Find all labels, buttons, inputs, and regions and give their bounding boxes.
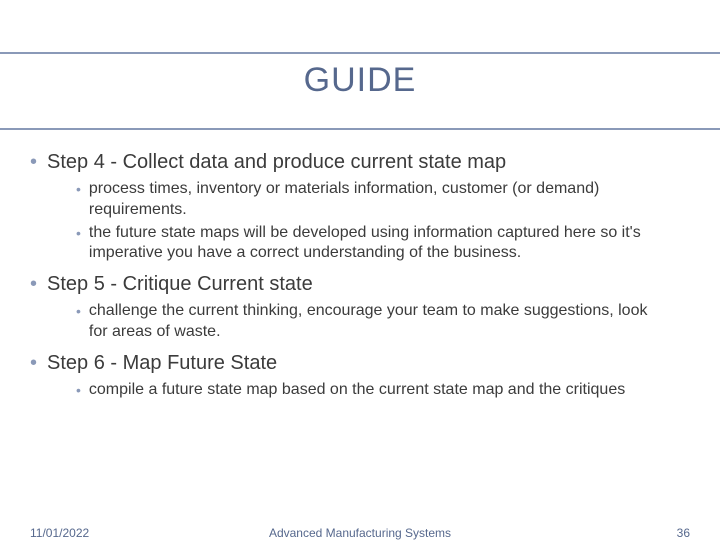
step-heading: Step 6 - Map Future State (47, 351, 277, 376)
sub-list: • challenge the current thinking, encour… (30, 301, 690, 343)
slide-title: GUIDE (304, 61, 417, 128)
list-item: • Step 6 - Map Future State • compile a … (30, 351, 690, 401)
list-item: • Step 5 - Critique Current state • chal… (30, 272, 690, 343)
bullet-icon: • (76, 179, 81, 200)
list-item: • the future state maps will be develope… (76, 223, 690, 265)
bullet-icon: • (76, 223, 81, 244)
bullet-icon: • (76, 380, 81, 401)
sub-point: process times, inventory or materials in… (89, 179, 649, 221)
sub-point: the future state maps will be developed … (89, 223, 649, 265)
footer-page-number: 36 (677, 526, 690, 540)
slide-content: • Step 4 - Collect data and produce curr… (0, 130, 720, 401)
list-item: • challenge the current thinking, encour… (76, 301, 690, 343)
list-item: • Step 4 - Collect data and produce curr… (30, 150, 690, 264)
bullet-icon: • (30, 351, 37, 376)
sub-point: compile a future state map based on the … (89, 380, 625, 401)
step-heading: Step 4 - Collect data and produce curren… (47, 150, 506, 175)
bullet-icon: • (76, 301, 81, 322)
sub-list: • process times, inventory or materials … (30, 179, 690, 264)
step-heading: Step 5 - Critique Current state (47, 272, 313, 297)
bullet-icon: • (30, 150, 37, 175)
title-region: GUIDE (0, 0, 720, 130)
bullet-icon: • (30, 272, 37, 297)
list-item: • compile a future state map based on th… (76, 380, 690, 401)
list-item: • process times, inventory or materials … (76, 179, 690, 221)
sub-point: challenge the current thinking, encourag… (89, 301, 649, 343)
sub-list: • compile a future state map based on th… (30, 380, 690, 401)
bullet-list: • Step 4 - Collect data and produce curr… (30, 150, 690, 401)
footer-title: Advanced Manufacturing Systems (0, 526, 720, 540)
